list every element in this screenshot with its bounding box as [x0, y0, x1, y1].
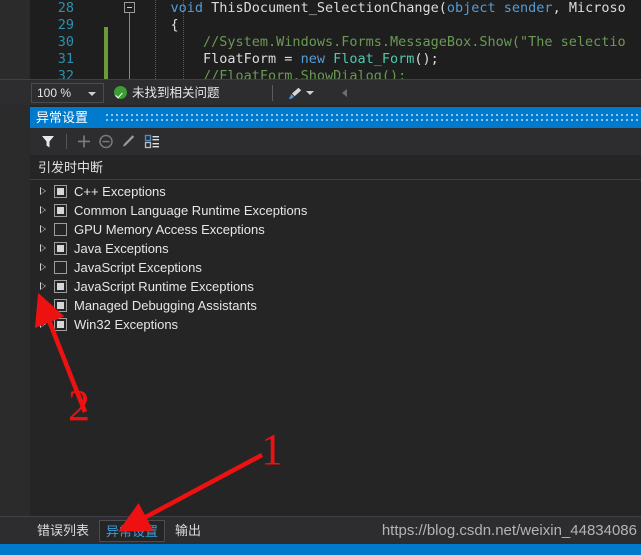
annotation-number-2: 2: [68, 381, 90, 430]
line-number: 31: [57, 51, 74, 67]
exception-label: Managed Debugging Assistants: [74, 298, 257, 313]
exception-label: C++ Exceptions: [74, 184, 166, 199]
watermark-url: https://blog.csdn.net/weixin_44834086: [381, 522, 637, 539]
column-header-row: 引发时中断: [30, 155, 641, 180]
panel-toolbar: [30, 128, 641, 155]
line-number: 30: [57, 34, 74, 50]
bottom-tab[interactable]: 异常设置: [99, 520, 166, 542]
exception-tree-row[interactable]: JavaScript Exceptions: [30, 258, 641, 277]
remove-icon[interactable]: [96, 132, 116, 151]
exception-checkbox[interactable]: [54, 242, 67, 255]
status-divider: [272, 85, 273, 101]
exception-label: JavaScript Runtime Exceptions: [74, 279, 254, 294]
exception-label: GPU Memory Access Exceptions: [74, 222, 265, 237]
categories-list-icon[interactable]: [142, 132, 162, 151]
exception-checkbox[interactable]: [54, 280, 67, 293]
expand-chevron-icon[interactable]: [40, 300, 46, 309]
change-bar: [104, 27, 108, 79]
zoom-level-value: 100 %: [37, 86, 72, 100]
brush-dropdown-chevron-icon[interactable]: [306, 91, 314, 95]
expand-chevron-icon[interactable]: [40, 281, 46, 290]
expand-chevron-icon[interactable]: [40, 319, 46, 328]
exception-checkbox[interactable]: [54, 204, 67, 217]
code-line: {: [138, 17, 179, 33]
editor-text-area[interactable]: 28 void ThisDocument_SelectionChange(obj…: [30, 0, 641, 79]
collapse-region-icon[interactable]: [124, 2, 135, 13]
bottom-tab[interactable]: 错误列表: [31, 520, 95, 542]
brush-icon[interactable]: [288, 87, 302, 100]
exception-checkbox[interactable]: [54, 223, 67, 236]
exception-tree-row[interactable]: JavaScript Runtime Exceptions: [30, 277, 641, 296]
exception-label: Win32 Exceptions: [74, 317, 179, 332]
exception-label: JavaScript Exceptions: [74, 260, 202, 275]
edit-pencil-icon[interactable]: [118, 132, 138, 151]
bottom-tab-bar: 错误列表 异常设置 输出 https://blog.csdn.net/weixin_…: [0, 516, 641, 544]
ide-bottom-accent-strip: [0, 544, 641, 555]
code-line: void ThisDocument_SelectionChange(object…: [170, 0, 626, 16]
exception-tree-row[interactable]: Java Exceptions: [30, 239, 641, 258]
issue-status-label: 未找到相关问题: [132, 86, 220, 100]
exception-tree-row[interactable]: GPU Memory Access Exceptions: [30, 220, 641, 239]
expand-chevron-icon[interactable]: [40, 224, 46, 233]
exception-tree[interactable]: C++ Exceptions Common Language Runtime Ex…: [30, 182, 641, 516]
exception-tree-row[interactable]: C++ Exceptions: [30, 182, 641, 201]
panel-drag-handle[interactable]: [106, 114, 641, 123]
column-header-break-when-thrown: 引发时中断: [38, 160, 104, 175]
panel-left-margin: [0, 105, 30, 516]
exception-label: Common Language Runtime Exceptions: [74, 203, 308, 218]
line-number: 29: [57, 17, 74, 33]
exception-tree-row[interactable]: Managed Debugging Assistants: [30, 296, 641, 315]
code-line: //System.Windows.Forms.MessageBox.Show("…: [203, 34, 626, 50]
toolbar-divider: [66, 134, 67, 149]
issue-status: 未找到相关问题: [114, 84, 220, 102]
exception-tree-row[interactable]: Win32 Exceptions: [30, 315, 641, 334]
panel-title: 异常设置: [36, 110, 89, 125]
exception-settings-panel: 异常设置 引发时中断 C++ Exceptions Common Languag…: [30, 105, 641, 516]
exception-tree-row[interactable]: Common Language Runtime Exceptions: [30, 201, 641, 220]
exception-checkbox[interactable]: [54, 318, 67, 331]
exception-label: Java Exceptions: [74, 241, 169, 256]
check-circle-icon: [114, 86, 127, 99]
line-number: 28: [57, 0, 74, 16]
expand-chevron-icon[interactable]: [40, 243, 46, 252]
expand-chevron-icon[interactable]: [40, 205, 46, 214]
scroll-left-arrow-icon[interactable]: [342, 89, 347, 97]
add-icon[interactable]: [74, 132, 94, 151]
exception-checkbox[interactable]: [54, 185, 67, 198]
expand-chevron-icon[interactable]: [40, 186, 46, 195]
exception-checkbox[interactable]: [54, 261, 67, 274]
code-editor[interactable]: 28 void ThisDocument_SelectionChange(obj…: [0, 0, 641, 79]
annotation-number-1: 1: [261, 425, 283, 474]
line-number: 32: [57, 68, 74, 79]
code-line: FloatForm = new Float_Form();: [138, 51, 439, 67]
filter-icon[interactable]: [38, 132, 58, 151]
expand-chevron-icon[interactable]: [40, 262, 46, 271]
outline-guide-line: [129, 13, 130, 79]
code-line: //FloatForm.ShowDialog();: [203, 68, 407, 79]
editor-status-bar: 100 % 未找到相关问题: [0, 79, 641, 105]
chevron-down-icon: [88, 92, 96, 96]
panel-title-bar[interactable]: 异常设置: [30, 107, 641, 128]
bottom-tab[interactable]: 输出: [169, 520, 207, 542]
exception-checkbox[interactable]: [54, 299, 67, 312]
zoom-level-combobox[interactable]: 100 %: [31, 83, 104, 103]
editor-outer-margin: [0, 0, 30, 79]
